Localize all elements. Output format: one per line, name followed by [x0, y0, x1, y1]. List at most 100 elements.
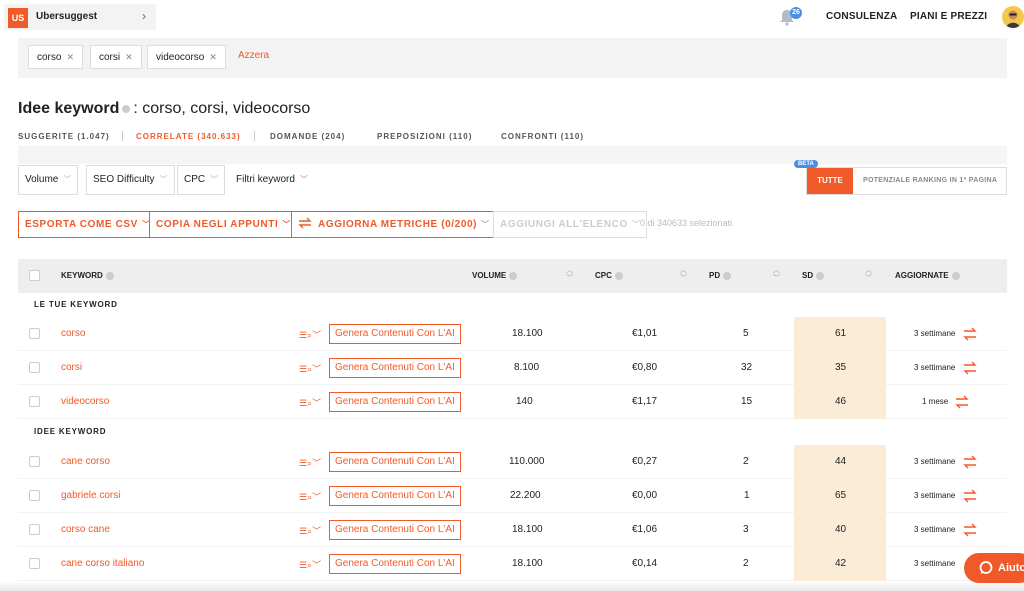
keyword-link[interactable]: videocorso — [61, 385, 109, 419]
row-checkbox[interactable] — [29, 558, 40, 569]
generate-ai-button[interactable]: Genera Contenuti Con L'AI — [329, 452, 461, 472]
keyword-link[interactable]: cane corso — [61, 445, 110, 479]
column-sd[interactable]: SD — [802, 259, 827, 293]
chat-bubble-icon — [979, 561, 993, 574]
close-icon[interactable]: ✕ — [66, 52, 74, 62]
segment-all[interactable]: TUTTE — [807, 168, 853, 194]
nav-plans-prices[interactable]: PIANI E PREZZI — [910, 11, 987, 22]
column-sd-label: SD — [802, 271, 814, 280]
info-icon[interactable] — [509, 271, 518, 280]
generate-ai-button[interactable]: Genera Contenuti Con L'AI — [329, 554, 461, 574]
bottom-fade — [0, 581, 1024, 591]
keyword-filter[interactable]: Filtri keyword ﹀ — [236, 165, 308, 195]
keyword-chip[interactable]: videocorso ✕ — [147, 45, 226, 69]
nav-consulenza[interactable]: CONSULENZA — [826, 11, 897, 22]
info-icon[interactable] — [816, 271, 825, 280]
sort-icon[interactable]: ︿ ﹀ — [680, 267, 687, 283]
segment-first-page-potential[interactable]: POTENZIALE RANKING IN 1ª PAGINA — [863, 168, 997, 194]
keyword-tools-icon[interactable]: ☰⌕﹀ — [299, 490, 321, 503]
generate-ai-button[interactable]: Genera Contenuti Con L'AI — [329, 324, 461, 344]
sort-icon[interactable]: ︿ ﹀ — [865, 267, 872, 283]
clear-chips-link[interactable]: Azzera — [238, 50, 269, 61]
chip-label: corso — [37, 52, 62, 63]
generate-ai-button[interactable]: Genera Contenuti Con L'AI — [329, 392, 461, 412]
keyword-tools-icon[interactable]: ☰⌕﹀ — [299, 524, 321, 537]
keyword-chip[interactable]: corsi ✕ — [90, 45, 142, 69]
keyword-tools-icon[interactable]: ☰⌕﹀ — [299, 456, 321, 469]
refresh-icon[interactable] — [962, 326, 978, 342]
copy-clipboard-button[interactable]: COPIA NEGLI APPUNTI ﹀ — [149, 211, 298, 238]
keyword-chips-bar: corso ✕ corsi ✕ videocorso ✕ Azzera — [18, 38, 1007, 78]
table-row[interactable]: corso cane ☰⌕﹀ Genera Contenuti Con L'AI… — [18, 513, 1007, 547]
column-cpc-label: CPC — [595, 271, 612, 280]
info-icon[interactable] — [122, 104, 131, 113]
keyword-tools-icon[interactable]: ☰⌕﹀ — [299, 396, 321, 409]
add-to-list-button[interactable]: AGGIUNGI ALL'ELENCO ﹀ — [493, 211, 648, 238]
help-button[interactable]: Aiuto — [964, 553, 1024, 583]
keyword-link[interactable]: corso cane — [61, 513, 110, 547]
info-icon[interactable] — [105, 271, 114, 280]
tab-questions[interactable]: DOMANDE (204) — [270, 132, 345, 141]
close-icon[interactable]: ✕ — [125, 52, 133, 62]
refresh-metrics-button[interactable]: AGGIORNA METRICHE (0/200) ﹀ — [291, 211, 497, 238]
volume-value: 18.100 — [512, 328, 543, 339]
row-checkbox[interactable] — [29, 362, 40, 373]
pd-value: 2 — [743, 456, 749, 467]
refresh-icon[interactable] — [962, 522, 978, 538]
row-checkbox[interactable] — [29, 456, 40, 467]
refresh-icon[interactable] — [954, 394, 970, 410]
table-row[interactable]: cane corso italiano ☰⌕﹀ Genera Contenuti… — [18, 547, 1007, 581]
cpc-filter[interactable]: CPC ﹀ — [177, 165, 226, 195]
close-icon[interactable]: ✕ — [209, 52, 217, 62]
table-row[interactable]: corsi ☰⌕﹀ Genera Contenuti Con L'AI 8.10… — [18, 351, 1007, 385]
table-row[interactable]: gabriele corsi ☰⌕﹀ Genera Contenuti Con … — [18, 479, 1007, 513]
keyword-tools-icon[interactable]: ☰⌕﹀ — [299, 362, 321, 375]
refresh-icon[interactable] — [962, 360, 978, 376]
tab-comparisons[interactable]: CONFRONTI (110) — [501, 132, 584, 141]
column-keyword[interactable]: KEYWORD — [61, 259, 117, 293]
row-checkbox[interactable] — [29, 490, 40, 501]
sort-icon[interactable]: ︿ ﹀ — [566, 267, 573, 283]
column-pd[interactable]: PD — [709, 259, 734, 293]
table-row[interactable]: videocorso ☰⌕﹀ Genera Contenuti Con L'AI… — [18, 385, 1007, 419]
column-updated[interactable]: AGGIORNATE — [895, 259, 963, 293]
pd-value: 15 — [741, 396, 753, 407]
column-volume[interactable]: VOLUME — [472, 259, 520, 293]
info-icon[interactable] — [614, 271, 623, 280]
project-name: Ubersuggest — [36, 11, 98, 22]
row-checkbox[interactable] — [29, 396, 40, 407]
row-checkbox[interactable] — [29, 328, 40, 339]
keyword-link[interactable]: cane corso italiano — [61, 547, 144, 581]
keyword-link[interactable]: corsi — [61, 351, 82, 385]
volume-filter[interactable]: Volume ﹀ — [18, 165, 79, 195]
export-csv-button[interactable]: ESPORTA COME CSV ﹀ — [18, 211, 158, 238]
table-row[interactable]: cane corso ☰⌕﹀ Genera Contenuti Con L'AI… — [18, 445, 1007, 479]
keyword-tools-icon[interactable]: ☰⌕﹀ — [299, 328, 321, 341]
tab-suggested[interactable]: SUGGERITE (1.047) — [18, 132, 110, 141]
info-icon[interactable] — [951, 271, 960, 280]
column-pd-label: PD — [709, 271, 721, 280]
avatar[interactable] — [1002, 6, 1024, 28]
sort-icon[interactable]: ︿ ﹀ — [773, 267, 780, 283]
filters-row: Volume ﹀ SEO Difficulty ﹀ CPC ﹀ Filtri keyw… — [18, 160, 1007, 195]
generate-ai-button[interactable]: Genera Contenuti Con L'AI — [329, 358, 461, 378]
generate-ai-button[interactable]: Genera Contenuti Con L'AI — [329, 520, 461, 540]
project-selector[interactable]: US Ubersuggest › — [4, 4, 156, 30]
keyword-chip[interactable]: corso ✕ — [28, 45, 83, 69]
seo-difficulty-filter[interactable]: SEO Difficulty ﹀ — [86, 165, 175, 195]
tab-prepositions[interactable]: PREPOSIZIONI (110) — [377, 132, 472, 141]
keyword-filter-label: Filtri keyword — [236, 174, 295, 185]
generate-ai-button[interactable]: Genera Contenuti Con L'AI — [329, 486, 461, 506]
keyword-link[interactable]: corso — [61, 317, 85, 351]
column-cpc[interactable]: CPC — [595, 259, 626, 293]
keyword-link[interactable]: gabriele corsi — [61, 479, 120, 513]
table-row[interactable]: corso ☰⌕﹀ Genera Contenuti Con L'AI 18.1… — [18, 317, 1007, 351]
tab-related[interactable]: CORRELATE (340.633) — [136, 132, 241, 141]
cpc-value: €1,17 — [632, 396, 658, 407]
row-checkbox[interactable] — [29, 524, 40, 535]
refresh-icon[interactable] — [962, 488, 978, 504]
keyword-tools-icon[interactable]: ☰⌕﹀ — [299, 558, 321, 571]
refresh-icon[interactable] — [962, 454, 978, 470]
select-all-checkbox[interactable] — [29, 270, 40, 281]
info-icon[interactable] — [723, 271, 732, 280]
